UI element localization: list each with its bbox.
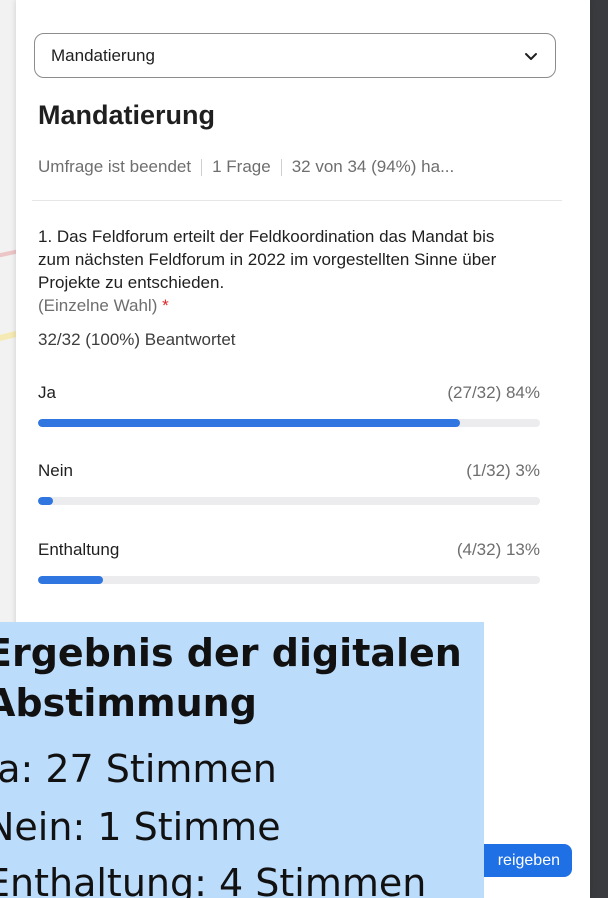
chevron-down-icon	[525, 52, 537, 60]
summary-heading: Ergebnis der digitalen Abstimmung	[0, 631, 462, 725]
result-bar-track	[38, 419, 540, 427]
answered-count: 32/32 (100%) Beantwortet	[38, 330, 236, 349]
result-bar-track	[38, 497, 540, 505]
result-bar-fill	[38, 576, 104, 584]
window-edge	[590, 0, 608, 898]
result-bar-track	[38, 576, 540, 584]
meta-separator	[201, 158, 203, 176]
share-results-label: reigeben	[497, 851, 560, 869]
summary-line-enthaltung: Enthaltung: 4 Stimmen	[0, 861, 427, 898]
summary-line-ja: Ja: 27 Stimmen	[0, 747, 277, 791]
poll-question-count: 1 Frage	[212, 157, 271, 176]
required-mark: *	[162, 296, 169, 315]
option-label: Nein	[38, 461, 73, 480]
option-label: Ja	[38, 383, 56, 402]
divider	[32, 200, 562, 201]
question-text: 1. Das Feldforum erteilt der Feldkoordin…	[38, 227, 497, 292]
result-summary-overlay: Ergebnis der digitalen Abstimmung Ja: 27…	[0, 622, 484, 898]
poll-participation: 32 von 34 (94%) ha...	[291, 157, 455, 176]
result-bar-fill	[38, 419, 460, 427]
option-ja: Ja (27/32) 84%	[38, 383, 540, 427]
poll-select-value: Mandatierung	[51, 45, 155, 65]
poll-status: Umfrage ist beendet	[38, 157, 192, 176]
poll-title: Mandatierung	[38, 100, 216, 130]
poll-meta: Umfrage ist beendet 1 Frage 32 von 34 (9…	[38, 157, 558, 177]
question-type: (Einzelne Wahl)	[38, 296, 158, 315]
question-block: 1. Das Feldforum erteilt der Feldkoordin…	[38, 225, 518, 317]
option-stat: (4/32) 13%	[456, 540, 540, 559]
option-stat: (1/32) 3%	[466, 461, 540, 480]
summary-line-nein: Nein: 1 Stimme	[0, 805, 281, 849]
option-stat: (27/32) 84%	[447, 383, 540, 402]
meta-separator	[280, 158, 282, 176]
poll-select-dropdown[interactable]: Mandatierung	[34, 33, 556, 78]
option-label: Enthaltung	[38, 540, 120, 559]
result-bar-fill	[38, 497, 54, 505]
option-nein: Nein (1/32) 3%	[38, 461, 540, 505]
option-enthaltung: Enthaltung (4/32) 13%	[38, 540, 540, 584]
